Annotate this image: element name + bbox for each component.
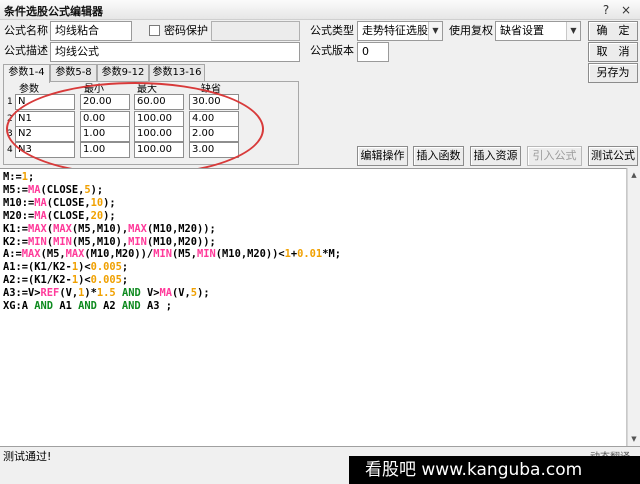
editor-scrollbar[interactable]: ▲ ▼	[627, 168, 640, 446]
tab-params-9-12[interactable]: 参数9-12	[97, 64, 149, 82]
annotation-ellipse	[6, 82, 264, 176]
formula-desc-label: 公式描述	[4, 44, 48, 57]
tab-params-1-4[interactable]: 参数1-4	[3, 64, 50, 83]
code-line: K2:=MIN(MIN(M5,M10),MIN(M10,M20));	[3, 235, 216, 248]
watermark: 看股吧 www.kanguba.com	[349, 456, 640, 484]
password-checkbox[interactable]	[149, 25, 160, 36]
code-line: K1:=MAX(MAX(M5,M10),MAX(M10,M20));	[3, 222, 216, 235]
password-input[interactable]	[211, 21, 300, 41]
formula-version-label: 公式版本	[310, 44, 354, 57]
edit-op-button[interactable]: 编辑操作	[357, 146, 408, 166]
title-bar: 条件选股公式编辑器 ? ×	[0, 0, 640, 20]
status-message: 测试通过!	[3, 450, 52, 463]
formula-desc-input[interactable]: 均线公式	[50, 42, 300, 62]
formula-editor[interactable]: M:=1; M5:=MA(CLOSE,5); M10:=MA(CLOSE,10); M…	[0, 168, 627, 446]
reuse-label: 使用复权	[449, 24, 493, 37]
insert-resource-button[interactable]: 插入资源	[470, 146, 521, 166]
formula-name-label: 公式名称	[4, 24, 48, 37]
formula-name-input[interactable]: 均线粘合	[50, 21, 132, 41]
formula-code[interactable]: M:=1; M5:=MA(CLOSE,5); M10:=MA(CLOSE,10); M…	[3, 171, 341, 313]
insert-function-button[interactable]: 插入函数	[413, 146, 464, 166]
code-line: M:=1;	[3, 171, 35, 183]
param-row-index: 1	[7, 97, 13, 107]
cancel-button[interactable]: 取 消	[588, 42, 638, 62]
tab-params-5-8[interactable]: 参数5-8	[50, 64, 97, 82]
reuse-value: 缺省设置	[500, 24, 544, 37]
formula-type-label: 公式类型	[310, 24, 354, 37]
import-formula-button[interactable]: 引入公式	[527, 146, 582, 166]
save-as-button[interactable]: 另存为	[588, 63, 638, 83]
code-line: XG:A AND A1 AND A2 AND A3 ;	[3, 300, 172, 313]
tab-params-13-16[interactable]: 参数13-16	[149, 64, 205, 82]
param-row-index: 4	[7, 145, 13, 155]
test-formula-button[interactable]: 测试公式	[588, 146, 638, 166]
chevron-down-icon[interactable]: ▼	[428, 22, 442, 40]
password-label: 密码保护	[164, 24, 208, 37]
formula-version-input[interactable]: 0	[357, 42, 389, 62]
scroll-down-icon[interactable]: ▼	[628, 432, 640, 446]
formula-type-value: 走势特征选股	[362, 24, 428, 37]
code-line: A2:=(K1/K2-1)<0.005;	[3, 274, 129, 287]
code-line: A1:=(K1/K2-1)<0.005;	[3, 261, 129, 274]
code-line: M5:=MA(CLOSE,5);	[3, 183, 104, 196]
code-line: M10:=MA(CLOSE,10);	[3, 196, 116, 209]
window-title: 条件选股公式编辑器	[4, 5, 103, 18]
formula-type-select[interactable]: 走势特征选股 ▼	[357, 21, 443, 41]
scroll-up-icon[interactable]: ▲	[628, 168, 640, 182]
chevron-down-icon[interactable]: ▼	[566, 22, 580, 40]
ok-button[interactable]: 确 定	[588, 21, 638, 41]
help-icon[interactable]: ?	[598, 2, 614, 18]
reuse-select[interactable]: 缺省设置 ▼	[495, 21, 581, 41]
code-line: A3:=V>REF(V,1)*1.5 AND V>MA(V,5);	[3, 287, 210, 300]
code-line: M20:=MA(CLOSE,20);	[3, 209, 116, 222]
close-icon[interactable]: ×	[618, 2, 634, 18]
code-line: A:=MAX(M5,MAX(M10,M20))/MIN(M5,MIN(M10,M…	[3, 248, 341, 261]
